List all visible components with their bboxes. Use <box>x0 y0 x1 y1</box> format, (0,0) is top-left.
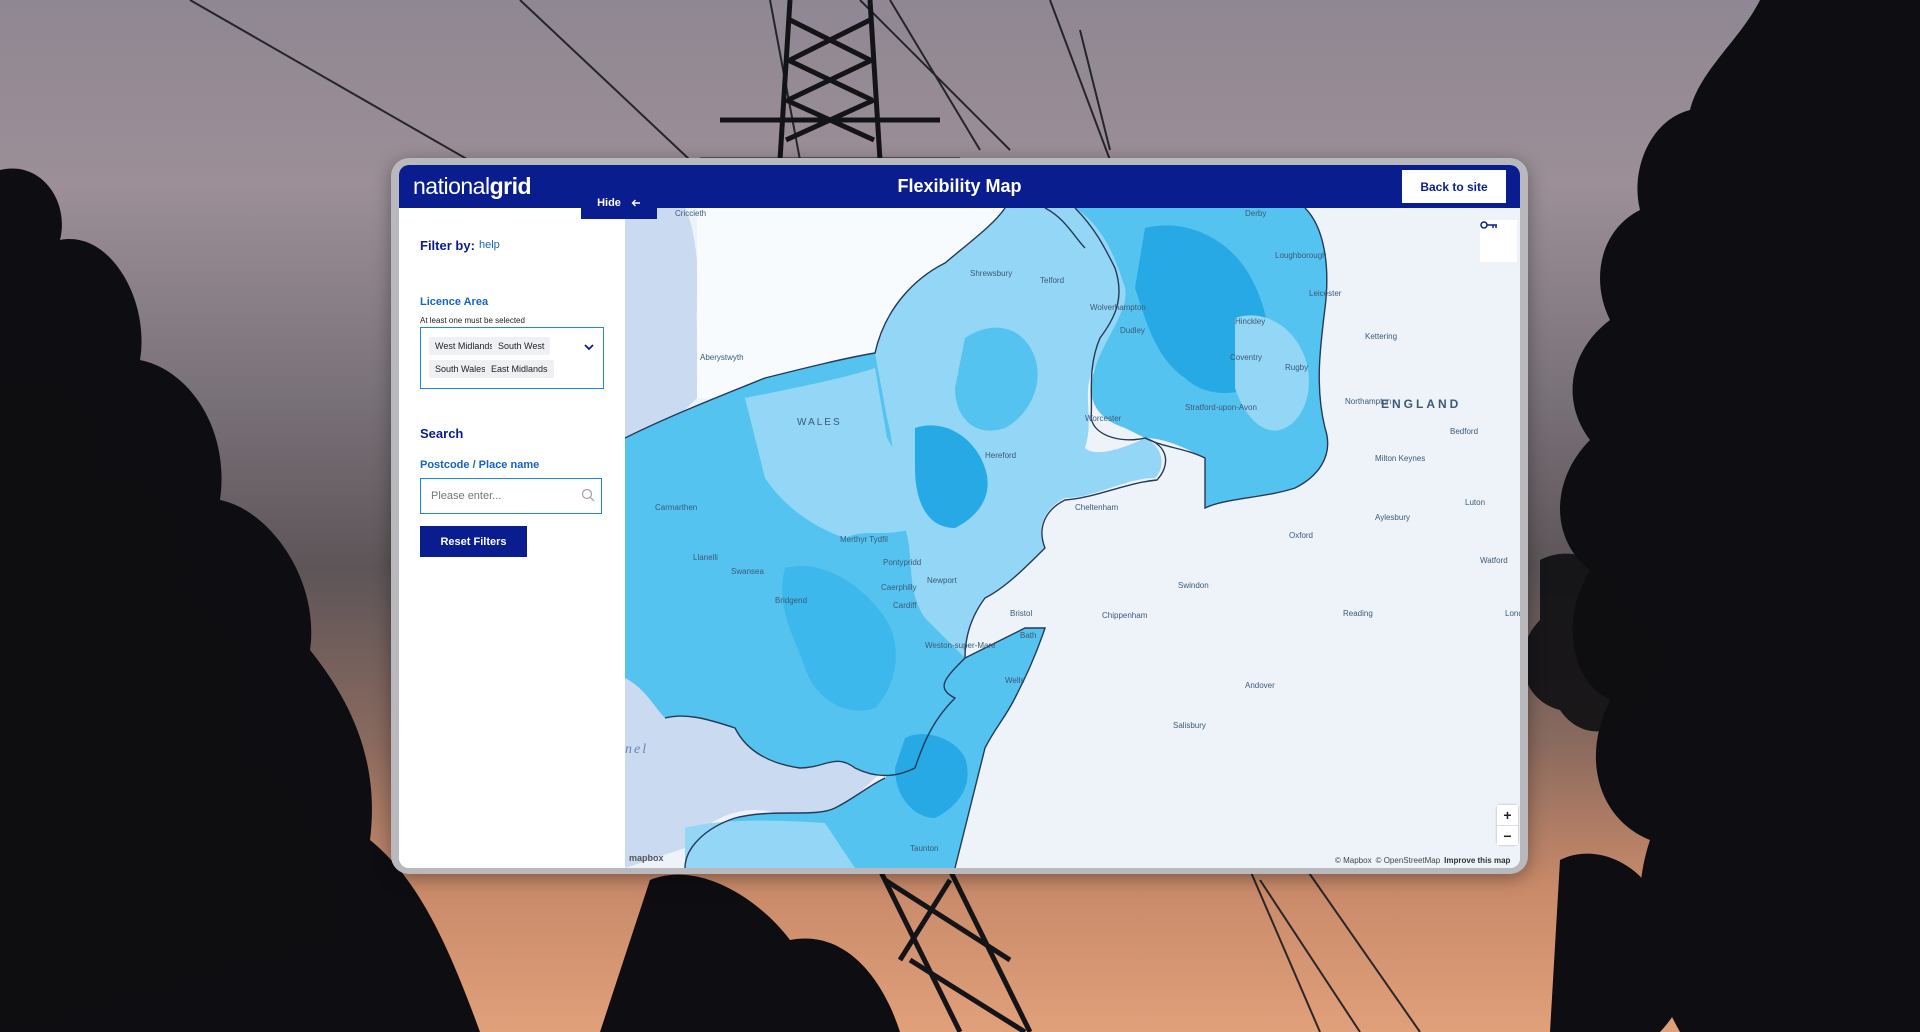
map-place-25: Llanelli <box>693 553 718 562</box>
search-icon[interactable] <box>581 488 595 502</box>
postcode-label: Postcode / Place name <box>420 459 540 471</box>
map-place-21: Carmarthen <box>655 503 697 512</box>
map-place-12: Kettering <box>1365 332 1397 341</box>
map-place-1: Derby <box>1245 209 1266 218</box>
licence-chip-east-midlands[interactable]: East Midlands <box>485 360 554 378</box>
map-region-label-england: ENGLAND <box>1381 397 1461 411</box>
map-place-9: Aberystwyth <box>700 353 744 362</box>
flexibility-map-app: nationalgrid Flexibility Map Back to sit… <box>399 165 1520 868</box>
licence-chip-south-west[interactable]: South West <box>492 337 551 355</box>
hide-label: Hide <box>597 197 621 209</box>
zoom-in-button[interactable]: + <box>1497 805 1518 825</box>
licence-chip-west-midlands[interactable]: West Midlands <box>429 337 500 355</box>
map-place-8: Hinckley <box>1235 317 1265 326</box>
map-place-24: Merthyr Tydfil <box>840 535 888 544</box>
map-place-35: Bristol <box>1010 609 1032 618</box>
map-place-18: Milton Keynes <box>1375 454 1425 463</box>
zoom-out-button[interactable]: − <box>1497 825 1518 845</box>
map-place-14: Stratford-upon-Avon <box>1185 403 1257 412</box>
map-place-26: Swansea <box>731 567 764 576</box>
map-place-28: Newport <box>927 576 958 585</box>
map-place-0: Criccieth <box>675 209 706 218</box>
map-place-3: Telford <box>1040 276 1064 285</box>
map-place-13: Worcester <box>1085 414 1122 423</box>
map-attribution: © Mapbox © OpenStreetMap Improve this map <box>1335 856 1514 865</box>
attribution-mapbox-link[interactable]: © Mapbox <box>1335 856 1372 865</box>
back-to-site-button[interactable]: Back to site <box>1402 170 1506 203</box>
map-place-43: Taunton <box>910 844 938 853</box>
zoom-controls: + − <box>1497 805 1518 845</box>
mapbox-logo[interactable]: mapbox <box>629 853 664 863</box>
map-place-33: Swindon <box>1178 581 1209 590</box>
map-place-20: Luton <box>1465 498 1485 507</box>
map-place-38: Weston-super-Mare <box>925 641 996 650</box>
arrow-left-icon <box>631 199 640 207</box>
map-place-5: Wolverhampton <box>1090 303 1146 312</box>
attribution-osm-link[interactable]: © OpenStreetMap <box>1376 856 1441 865</box>
filter-panel: Filter by: help Licence Area At least on… <box>399 208 625 868</box>
map-place-19: Cheltenham <box>1075 503 1118 512</box>
licence-area-select[interactable]: West Midlands South West South Wales Eas… <box>420 327 604 389</box>
map-place-36: Reading <box>1343 609 1373 618</box>
map-place-34: Chippenham <box>1102 611 1148 620</box>
map-place-10: Coventry <box>1230 353 1262 362</box>
map-place-40: Wells <box>1005 676 1024 685</box>
reset-filters-button[interactable]: Reset Filters <box>420 526 527 557</box>
licence-chip-south-wales[interactable]: South Wales <box>429 360 492 378</box>
licence-area-label: Licence Area <box>420 296 489 308</box>
map-place-27: Pontypridd <box>883 558 921 567</box>
map-place-7: Dudley <box>1120 326 1145 335</box>
map-place-2: Shrewsbury <box>970 269 1012 278</box>
postcode-search-input[interactable] <box>420 478 602 514</box>
map-canvas[interactable]: Criccieth Derby Shrewsbury Telford Lough… <box>625 208 1520 868</box>
map-place-22: Aylesbury <box>1375 513 1410 522</box>
map-legend-button[interactable] <box>1480 220 1517 262</box>
header-bar: nationalgrid Flexibility Map Back to sit… <box>399 165 1520 208</box>
map-place-31: Bridgend <box>775 596 807 605</box>
map-place-6: Leicester <box>1309 289 1342 298</box>
map-place-41: Andover <box>1245 681 1275 690</box>
help-link[interactable]: help <box>479 239 500 251</box>
map-sea-label: nel <box>625 742 648 757</box>
map-place-11: Rugby <box>1285 363 1308 372</box>
flexibility-map[interactable]: Criccieth Derby Shrewsbury Telford Lough… <box>625 208 1520 868</box>
key-icon <box>1480 221 1497 229</box>
map-place-29: Watford <box>1480 556 1508 565</box>
hide-panel-button[interactable]: Hide <box>581 187 657 219</box>
page-title: Flexibility Map <box>897 176 1022 196</box>
search-heading: Search <box>420 426 464 441</box>
filter-by-label: Filter by: <box>420 238 475 253</box>
map-place-42: Salisbury <box>1173 721 1206 730</box>
map-place-37: Lond <box>1505 609 1520 618</box>
map-place-17: Hereford <box>985 451 1016 460</box>
improve-map-link[interactable]: Improve this map <box>1444 856 1510 865</box>
chevron-down-icon[interactable] <box>584 342 594 352</box>
map-place-32: Cardiff <box>893 601 917 610</box>
map-place-23: Oxford <box>1289 531 1313 540</box>
licence-area-hint: At least one must be selected <box>420 316 525 325</box>
map-place-4: Loughborough <box>1275 251 1327 260</box>
map-place-30: Caerphilly <box>881 583 917 592</box>
map-place-39: Bath <box>1020 631 1036 640</box>
map-region-label-wales: WALES <box>797 417 842 428</box>
map-place-16: Bedford <box>1450 427 1478 436</box>
